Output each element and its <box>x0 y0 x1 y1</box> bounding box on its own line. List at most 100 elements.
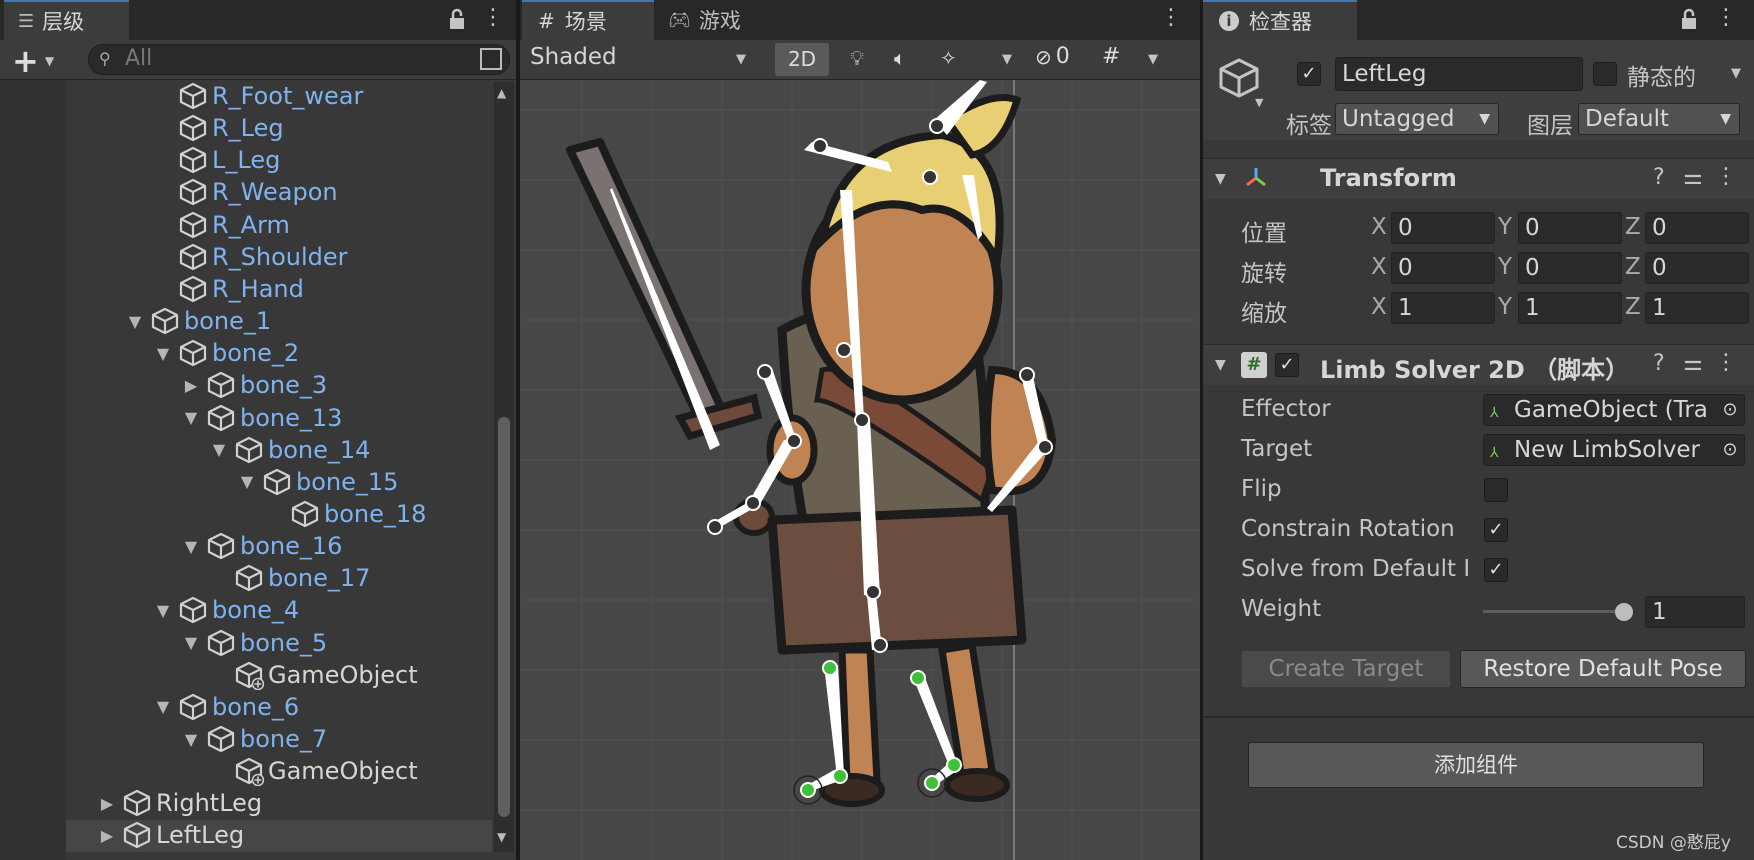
transform-z-field[interactable]: 0 <box>1645 252 1749 284</box>
tree-row[interactable]: ▼ bone_4 <box>152 594 299 626</box>
axis-label-x[interactable]: X <box>1371 214 1387 240</box>
slider-thumb[interactable] <box>1615 603 1633 621</box>
foldout-arrow-icon[interactable]: ▼ <box>152 601 174 620</box>
scroll-down-icon[interactable]: ▼ <box>497 830 506 844</box>
tag-dropdown[interactable]: Untagged ▼ <box>1335 103 1499 135</box>
tree-row[interactable]: ▶ LeftLeg <box>96 819 244 851</box>
axis-label-x[interactable]: X <box>1371 254 1387 280</box>
chevron-down-icon[interactable]: ▼ <box>1731 66 1741 81</box>
transform-y-field[interactable]: 0 <box>1518 212 1622 244</box>
tree-row[interactable]: ▼ bone_13 <box>180 402 343 434</box>
transform-z-field[interactable]: 0 <box>1645 212 1749 244</box>
tree-row[interactable]: ▼ bone_1 <box>124 305 271 337</box>
tree-row[interactable]: R_Weapon <box>152 176 338 208</box>
axis-label-z[interactable]: Z <box>1625 254 1641 280</box>
scene-viewport[interactable] <box>522 80 1198 860</box>
tree-row[interactable]: GameObject <box>208 659 418 691</box>
chevron-down-icon[interactable]: ▼ <box>1002 52 1012 67</box>
add-component-button[interactable]: 添加组件 <box>1248 742 1704 788</box>
weight-field[interactable]: 1 <box>1645 596 1745 628</box>
component-enabled-checkbox[interactable]: ✓ <box>1275 353 1299 377</box>
foldout-arrow-icon[interactable]: ▼ <box>152 697 174 716</box>
grid-snap-icon[interactable]: # <box>1102 44 1120 69</box>
axis-label-y[interactable]: Y <box>1498 214 1512 240</box>
axis-label-y[interactable]: Y <box>1498 254 1512 280</box>
shading-mode-dropdown[interactable]: Shaded ▼ <box>520 40 760 79</box>
tree-row[interactable]: ▶ bone_3 <box>180 369 327 401</box>
object-name-field[interactable]: LeftLeg <box>1335 57 1583 91</box>
create-target-button[interactable]: Create Target <box>1241 650 1451 688</box>
tab-hierarchy[interactable]: ☰ 层级 <box>4 0 129 40</box>
tree-row[interactable]: R_Leg <box>152 112 284 144</box>
active-checkbox[interactable]: ✓ <box>1297 62 1321 86</box>
effector-object-field[interactable]: ⅄ GameObject (Tra ⊙ <box>1483 394 1745 426</box>
lighting-icon[interactable]: 💡︎ <box>850 46 864 70</box>
tree-row[interactable]: ▼ bone_15 <box>236 466 399 498</box>
search-input[interactable]: ⚲ All <box>88 44 510 75</box>
object-picker-icon[interactable]: ⊙ <box>1716 435 1744 465</box>
component-menu-icon[interactable]: ⋮ <box>1715 164 1737 189</box>
help-icon[interactable]: ? <box>1653 351 1665 376</box>
limb-solver-header[interactable]: ▼ # ✓ Limb Solver 2D （脚本） ? ⚌ ⋮ <box>1203 344 1754 385</box>
axis-label-z[interactable]: Z <box>1625 214 1641 240</box>
foldout-arrow-icon[interactable]: ▼ <box>180 408 202 427</box>
effects-icon[interactable]: ✧ <box>940 46 957 70</box>
weight-slider[interactable] <box>1483 598 1633 626</box>
tree-row[interactable]: ▶ RightLeg <box>96 787 262 819</box>
settings-sliders-icon[interactable]: ⚌ <box>1683 351 1703 376</box>
settings-sliders-icon[interactable]: ⚌ <box>1683 165 1703 190</box>
tree-row[interactable]: ▼ bone_6 <box>152 691 299 723</box>
tree-row[interactable]: R_Foot_wear <box>152 80 363 112</box>
transform-y-field[interactable]: 0 <box>1518 252 1622 284</box>
transform-y-field[interactable]: 1 <box>1518 292 1622 324</box>
mode-2d-button[interactable]: 2D <box>775 43 829 76</box>
tree-row[interactable]: R_Hand <box>152 273 304 305</box>
tree-row[interactable]: R_Shoulder <box>152 241 348 273</box>
target-object-field[interactable]: ⅄ New LimbSolver ⊙ <box>1483 434 1745 466</box>
component-menu-icon[interactable]: ⋮ <box>1715 350 1737 375</box>
foldout-arrow-icon[interactable]: ▼ <box>124 312 146 331</box>
transform-x-field[interactable]: 0 <box>1391 212 1495 244</box>
axis-label-x[interactable]: X <box>1371 294 1387 320</box>
scrollbar[interactable]: ▲ ▼ <box>494 82 514 852</box>
add-button[interactable]: + ▼ <box>12 42 54 80</box>
tree-row[interactable]: R_Arm <box>152 209 290 241</box>
search-popup-icon[interactable] <box>480 48 502 70</box>
restore-default-pose-button[interactable]: Restore Default Pose <box>1460 650 1746 688</box>
transform-z-field[interactable]: 1 <box>1645 292 1749 324</box>
hidden-objects-toggle[interactable]: ⊘ 0 <box>1035 44 1070 69</box>
help-icon[interactable]: ? <box>1653 165 1665 190</box>
object-picker-icon[interactable]: ⊙ <box>1716 395 1744 425</box>
transform-x-field[interactable]: 0 <box>1391 252 1495 284</box>
foldout-arrow-icon[interactable]: ▼ <box>180 730 202 749</box>
axis-label-y[interactable]: Y <box>1498 294 1512 320</box>
tree-row[interactable]: bone_18 <box>264 498 426 530</box>
tree-row[interactable]: L_Leg <box>152 144 280 176</box>
static-checkbox[interactable] <box>1593 62 1617 86</box>
audio-icon[interactable]: 🔈︎ <box>894 46 906 70</box>
foldout-arrow-icon[interactable]: ▼ <box>236 472 258 491</box>
transform-header[interactable]: ▼ Transform ? ⚌ ⋮ <box>1203 158 1754 199</box>
axis-label-z[interactable]: Z <box>1625 294 1641 320</box>
foldout-arrow-icon[interactable]: ▼ <box>180 633 202 652</box>
tree-row[interactable]: ▼ bone_14 <box>208 434 371 466</box>
foldout-arrow-icon[interactable]: ▼ <box>152 344 174 363</box>
scroll-thumb[interactable] <box>498 417 510 817</box>
solve-from-default-checkbox[interactable]: ✓ <box>1484 558 1508 582</box>
tree-row[interactable]: GameObject <box>208 755 418 787</box>
tree-row[interactable]: ▼ bone_5 <box>180 627 327 659</box>
chevron-down-icon[interactable]: ▼ <box>1148 52 1158 67</box>
lock-icon[interactable] <box>1678 7 1700 33</box>
foldout-arrow-icon[interactable]: ▶ <box>96 794 118 813</box>
foldout-arrow-icon[interactable]: ▶ <box>180 376 202 395</box>
scroll-up-icon[interactable]: ▲ <box>497 86 506 100</box>
flip-checkbox[interactable] <box>1484 478 1508 502</box>
lock-icon[interactable] <box>446 7 468 33</box>
constrain-rotation-checkbox[interactable]: ✓ <box>1484 518 1508 542</box>
foldout-arrow-icon[interactable]: ▼ <box>180 537 202 556</box>
foldout-arrow-icon[interactable]: ▼ <box>208 440 230 459</box>
transform-x-field[interactable]: 1 <box>1391 292 1495 324</box>
layer-dropdown[interactable]: Default ▼ <box>1578 103 1740 135</box>
inspector-menu-icon[interactable]: ⋮ <box>1715 5 1737 30</box>
hierarchy-menu-icon[interactable]: ⋮ <box>482 5 504 30</box>
